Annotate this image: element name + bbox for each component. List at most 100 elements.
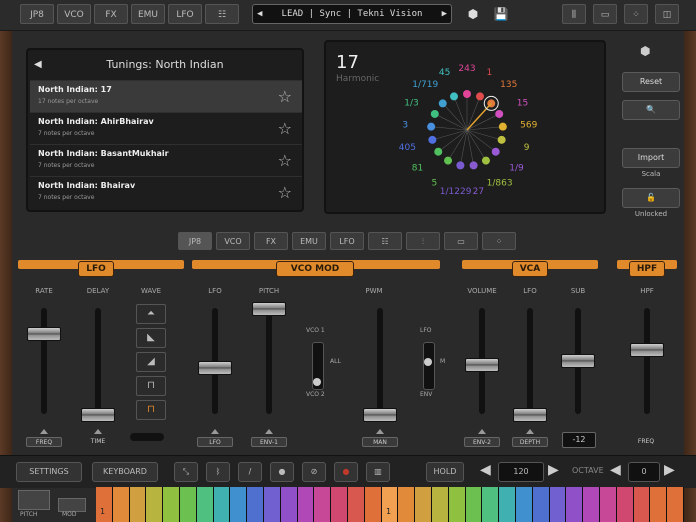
save-icon[interactable]: 💾 — [490, 4, 512, 24]
piano-key[interactable] — [348, 487, 365, 522]
search-button[interactable]: 🔍 — [622, 100, 680, 120]
panel-icon[interactable]: ◫ — [655, 4, 679, 24]
piano-key[interactable] — [112, 487, 130, 522]
piano-key[interactable] — [415, 487, 432, 522]
dice-icon[interactable]: ⬢ — [640, 44, 650, 58]
ratio-dot[interactable] — [498, 122, 507, 131]
wave-sync-toggle[interactable] — [130, 433, 164, 441]
tab-lfo[interactable]: LFO — [168, 4, 202, 24]
piano-key[interactable] — [230, 487, 248, 522]
pwm-select-switch[interactable] — [423, 342, 435, 390]
bpm-display[interactable]: 120 — [498, 462, 544, 482]
star-icon[interactable]: ☆ — [278, 119, 292, 138]
vca-lfo-fader[interactable] — [513, 408, 547, 422]
grid-icon[interactable]: ☷ — [368, 232, 402, 250]
reset-button[interactable]: Reset — [622, 72, 680, 92]
ratio-dot[interactable] — [434, 147, 443, 156]
tuning-item[interactable]: North Indian: AhirBhairav 7 notes per oc… — [30, 112, 302, 144]
ratio-dot[interactable] — [495, 109, 504, 118]
piano-key[interactable] — [314, 487, 332, 522]
env2-mod-button[interactable]: ENV-2 — [464, 437, 500, 447]
ratio-dot[interactable] — [469, 161, 478, 170]
block-icon[interactable]: ⊘ — [302, 462, 326, 482]
ratio-dot[interactable] — [438, 99, 447, 108]
keyboard-button[interactable]: KEYBOARD — [92, 462, 158, 482]
ratio-dot[interactable] — [476, 92, 485, 101]
pitch-fader[interactable] — [252, 302, 286, 316]
vco-select-knob[interactable] — [313, 378, 321, 386]
piano-key[interactable] — [432, 487, 449, 522]
star-icon[interactable]: ☆ — [278, 151, 292, 170]
piano-key[interactable] — [129, 487, 147, 522]
back-icon[interactable]: ◀ — [34, 50, 42, 80]
piano-key[interactable] — [364, 487, 382, 522]
ratio-dot[interactable] — [491, 147, 500, 156]
wave-square-icon[interactable]: ⊓ — [136, 376, 166, 396]
piano-key[interactable] — [650, 487, 668, 522]
window-icon[interactable]: ▭ — [444, 232, 478, 250]
piano-key[interactable] — [667, 487, 684, 522]
piano-key[interactable] — [499, 487, 516, 522]
piano-key[interactable] — [566, 487, 584, 522]
sub-fader[interactable] — [561, 354, 595, 368]
bluetooth-icon[interactable]: ᛒ — [206, 462, 230, 482]
piano-key[interactable] — [264, 487, 281, 522]
piano-key[interactable] — [331, 487, 348, 522]
pitch-wheel[interactable] — [18, 490, 50, 510]
piano-key[interactable] — [583, 487, 600, 522]
piano-key[interactable] — [398, 487, 416, 522]
piano-key[interactable] — [549, 487, 567, 522]
rate-fader[interactable] — [27, 327, 61, 341]
dice-icon[interactable]: ⬢ — [462, 4, 484, 24]
piano-key[interactable] — [213, 487, 231, 522]
tuning-item[interactable]: North Indian: Bhairav 7 notes per octave… — [30, 176, 302, 208]
ratio-dot[interactable] — [456, 161, 465, 170]
tab-fx[interactable]: FX — [94, 4, 128, 24]
pwm-select-knob[interactable] — [424, 358, 432, 366]
octave-up-icon[interactable]: ▶ — [664, 462, 675, 478]
grid-icon[interactable]: ☷ — [205, 4, 239, 24]
ratio-dot[interactable] — [430, 109, 439, 118]
bpm-down-icon[interactable]: ◀ — [480, 462, 491, 478]
tab-emu[interactable]: EMU — [292, 232, 326, 250]
ratio-dot[interactable] — [497, 135, 506, 144]
piano-key[interactable] — [532, 487, 550, 522]
tab-lfo[interactable]: LFO — [330, 232, 364, 250]
piano-icon[interactable]: ▥ — [366, 462, 390, 482]
lfo-mod-button[interactable]: LFO — [197, 437, 233, 447]
volume-fader[interactable] — [465, 358, 499, 372]
tab-vco[interactable]: VCO — [57, 4, 91, 24]
tab-emu[interactable]: EMU — [131, 4, 165, 24]
piano-key[interactable] — [516, 487, 533, 522]
sequencer-icon[interactable]: ⫶ — [406, 232, 440, 250]
freq-mod-button[interactable]: FREQ — [26, 437, 62, 447]
piano-key[interactable] — [163, 487, 180, 522]
bpm-up-icon[interactable]: ▶ — [548, 462, 559, 478]
piano-key[interactable] — [381, 487, 399, 522]
lock-button[interactable]: 🔓 — [622, 188, 680, 208]
piano-key[interactable] — [600, 487, 617, 522]
piano-key[interactable] — [482, 487, 500, 522]
piano-key[interactable] — [196, 487, 214, 522]
pencil-icon[interactable]: / — [238, 462, 262, 482]
record-icon[interactable]: ● — [334, 462, 358, 482]
expand-icon[interactable]: ⤡ — [174, 462, 198, 482]
ratio-dot[interactable] — [463, 90, 471, 98]
mod-wheel[interactable] — [58, 498, 86, 512]
hold-button[interactable]: HOLD — [426, 462, 464, 482]
dots-grid-icon[interactable]: ⁘ — [482, 232, 516, 250]
window-icon[interactable]: ▭ — [593, 4, 617, 24]
octave-down-icon[interactable]: ◀ — [610, 462, 621, 478]
wave-triangle-icon[interactable]: ⏶ — [136, 304, 166, 324]
wave-random-icon[interactable]: ⊓ — [136, 400, 166, 420]
record-dot-icon[interactable]: ● — [270, 462, 294, 482]
ratio-dot[interactable] — [449, 92, 458, 101]
ratio-dot[interactable] — [428, 135, 437, 144]
settings-button[interactable]: SETTINGS — [16, 462, 82, 482]
env1-mod-button[interactable]: ENV-1 — [251, 437, 287, 447]
piano-key[interactable] — [465, 487, 483, 522]
pwm-fader[interactable] — [363, 408, 397, 422]
harmonic-wheel[interactable]: 243 1 13515 569 91/9 1/863271/12295 81 405 3 1/3 1… — [326, 42, 608, 216]
tab-vco[interactable]: VCO — [216, 232, 250, 250]
piano-key[interactable] — [180, 487, 197, 522]
